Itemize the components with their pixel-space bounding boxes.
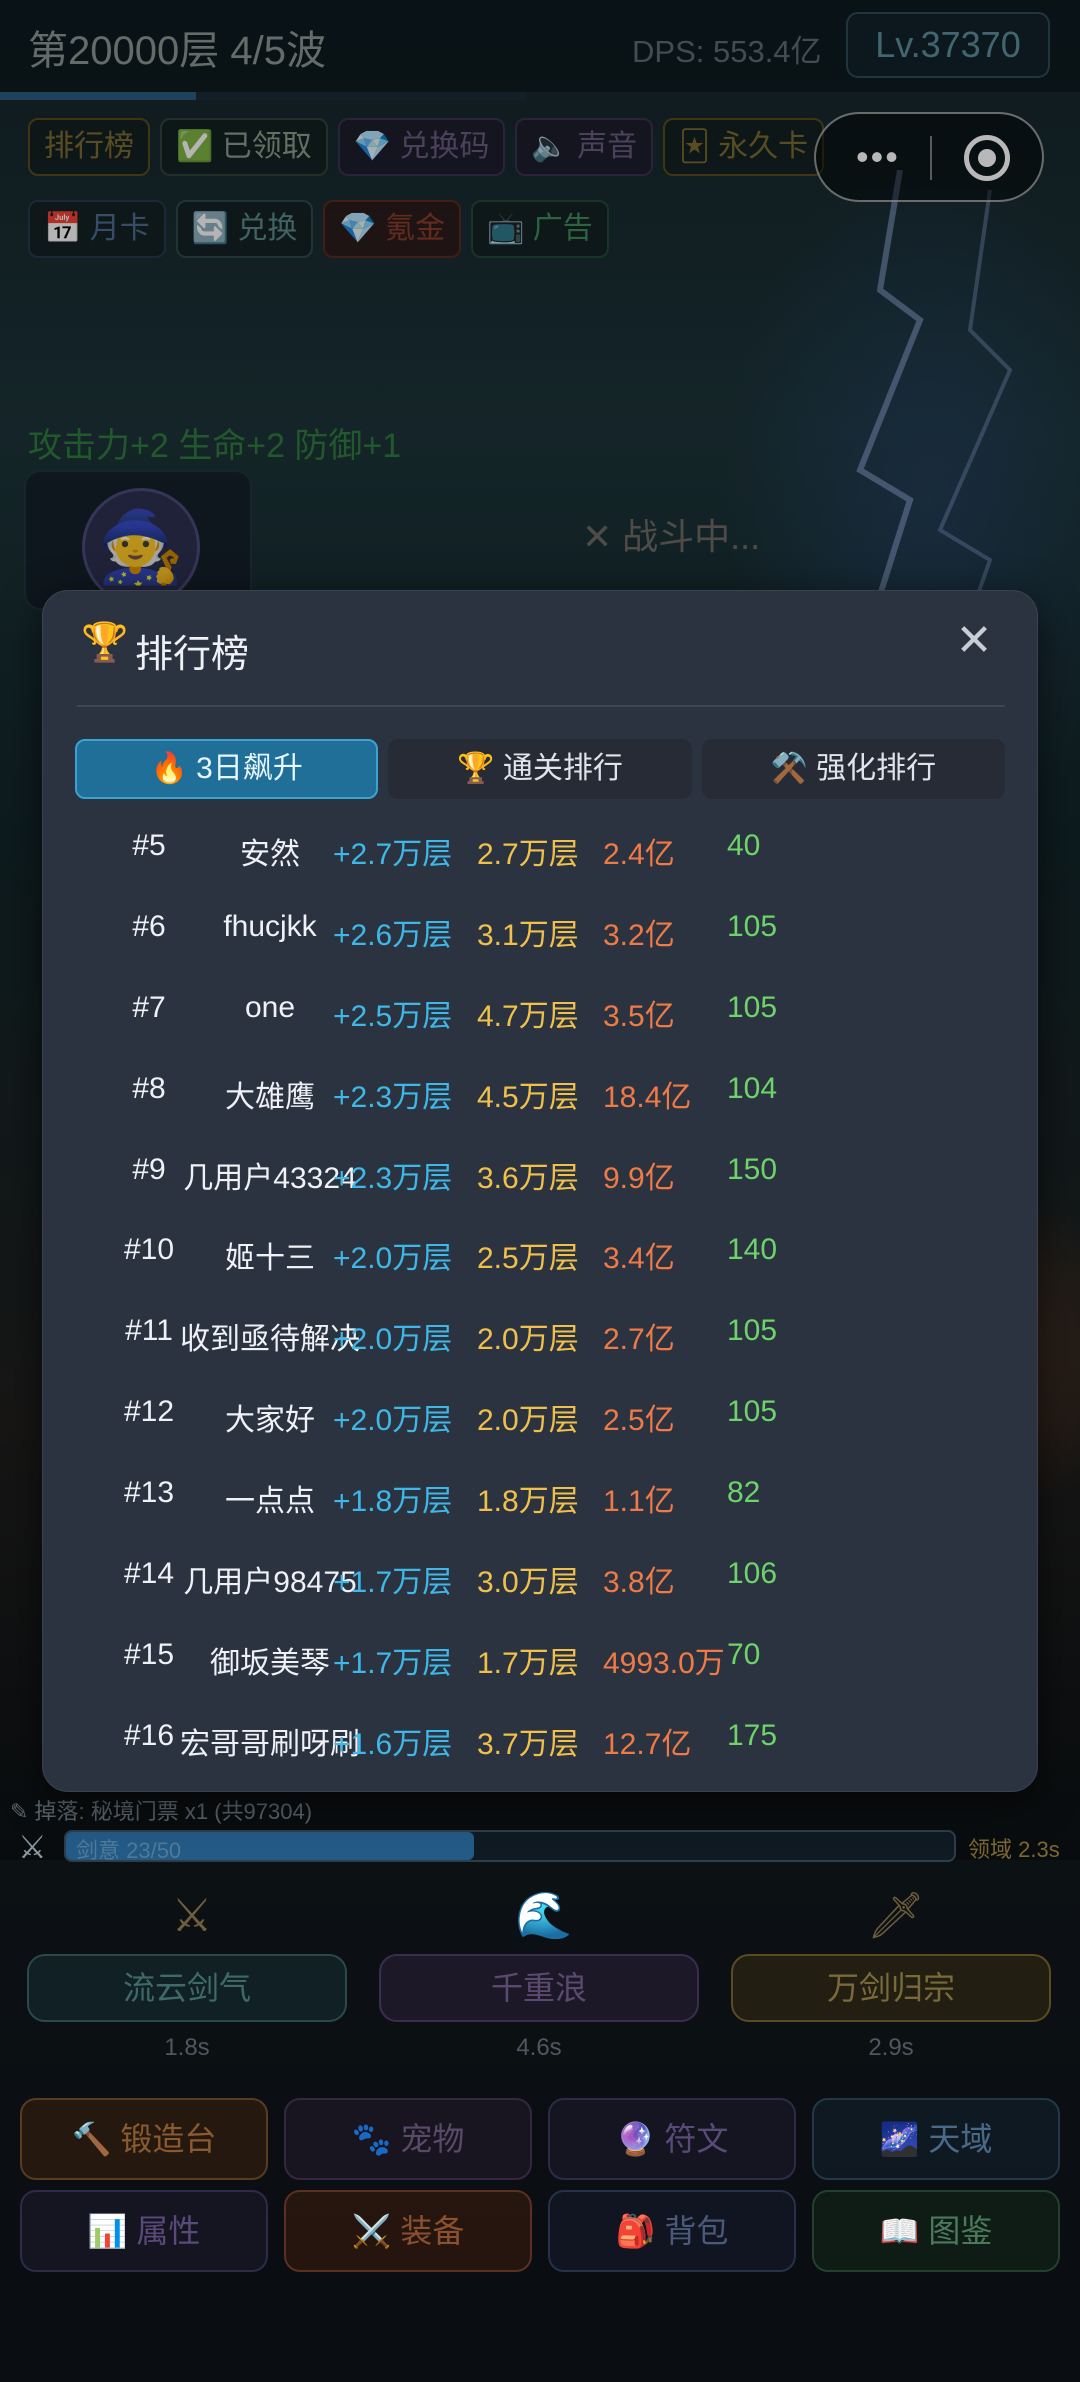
combat-power: 2.4亿 (603, 838, 675, 871)
tab-enhance-ranking[interactable]: ⚒️ 强化排行 (701, 739, 1005, 799)
rune-button[interactable]: 🔮 符文 (548, 2098, 796, 2180)
floor-total: 2.0万层 (477, 1323, 579, 1357)
player-level: 150 (727, 1152, 778, 1186)
player-level: 40 (727, 829, 761, 862)
table-row[interactable]: #14 几用户98475 +1.7万层 3.0万层 3.8亿 106 (43, 1535, 1037, 1616)
table-row[interactable]: #13 一点点 +1.8万层 1.8万层 1.1亿 82 (43, 1454, 1037, 1535)
drop-log: ✎ 掉落: 秘境门票 x1 (共97304) (10, 1799, 313, 1824)
sky-domain-button[interactable]: 🌌 天域 (812, 2098, 1060, 2180)
combat-power: 2.7亿 (603, 1323, 675, 1357)
player-level: 140 (727, 1233, 778, 1267)
floor-total: 2.0万层 (477, 1404, 579, 1438)
player-level: 106 (727, 1557, 778, 1591)
modal-title: 排行榜 (135, 634, 250, 676)
dagger-icon: 🗡 (866, 1889, 926, 1941)
floor-gain: +2.0万层 (333, 1242, 453, 1276)
leaderboard-tabs: 🔥 3日飙升 🏆 通关排行 ⚒️ 强化排行 (75, 739, 1005, 799)
combat-power: 3.4亿 (603, 1242, 675, 1276)
floor-gain: +1.7万层 (333, 1566, 453, 1600)
floor-gain: +1.6万层 (333, 1727, 453, 1761)
skill-card-1: ⚔ 流云剑气 1.8s (22, 1878, 362, 2078)
combat-power: 3.2亿 (603, 918, 675, 952)
sword-intent-bar: 剑意 23/50 (64, 1830, 956, 1863)
floor-gain: +1.8万层 (333, 1485, 453, 1519)
forge-button[interactable]: 🔨 锻造台 (20, 2098, 268, 2180)
tab-3day-rising[interactable]: 🔥 3日飙升 (75, 739, 379, 799)
player-level: 104 (727, 1071, 778, 1105)
combat-power: 18.4亿 (603, 1080, 692, 1114)
player-level: 70 (727, 1637, 761, 1671)
combat-power: 9.9亿 (603, 1161, 675, 1195)
floor-gain: +2.5万层 (333, 999, 453, 1033)
leaderboard-modal: 🏆 排行榜 ✕ 🔥 3日飙升 🏆 通关排行 ⚒️ 强化排行 #5 安然 +2.7万层… (42, 590, 1038, 1792)
floor-total: 2.5万层 (477, 1242, 579, 1276)
player-level: 105 (727, 909, 778, 943)
skill-card-2: 🌊 千重浪 4.6s (374, 1878, 714, 2078)
ranking-list[interactable]: #5 安然 +2.7万层 2.7万层 2.4亿 40 #6 fhucjkk +2.6万层 3.1万… (43, 807, 1037, 1767)
table-row[interactable]: #8 大雄鹰 +2.3万层 4.5万层 18.4亿 104 (43, 1050, 1037, 1131)
table-row[interactable]: #16 宏哥哥刷呀刷 +1.6万层 3.7万层 12.7亿 175 (43, 1697, 1037, 1767)
sword-intent-label: 剑意 23/50 (76, 1838, 182, 1863)
swords-icon: ⚔ (171, 1889, 213, 1941)
bottom-nav: 🔨 锻造台 🐾 宠物 🔮 符文 🌌 天域 📊 属性 ⚔️ 装备 🎒 背包 📖 图… (20, 2098, 1060, 2272)
player-level: 105 (727, 990, 778, 1024)
close-icon[interactable]: ✕ (949, 617, 999, 667)
table-row[interactable]: #10 姬十三 +2.0万层 2.5万层 3.4亿 140 (43, 1211, 1037, 1292)
skill-button-3[interactable]: 万剑归宗 (731, 1954, 1051, 2022)
skill-button-1[interactable]: 流云剑气 (27, 1954, 347, 2022)
player-level: 105 (727, 1314, 778, 1348)
floor-total: 4.5万层 (477, 1080, 579, 1114)
floor-total: 3.0万层 (477, 1566, 579, 1600)
table-row[interactable]: #9 几用户43324 +2.3万层 3.6万层 9.9亿 150 (43, 1131, 1037, 1212)
table-row[interactable]: #5 安然 +2.7万层 2.7万层 2.4亿 40 (43, 807, 1037, 888)
floor-gain: +2.6万层 (333, 918, 453, 952)
floor-total: 1.7万层 (477, 1646, 579, 1680)
backpack-button[interactable]: 🎒 背包 (548, 2190, 796, 2272)
pet-button[interactable]: 🐾 宠物 (284, 2098, 532, 2180)
combat-power: 4993.0万 (603, 1646, 725, 1680)
combat-power: 12.7亿 (603, 1727, 692, 1761)
codex-button[interactable]: 📖 图鉴 (812, 2190, 1060, 2272)
combat-power: 1.1亿 (603, 1485, 675, 1519)
skill-card-3: 🗡 万剑归宗 2.9s (726, 1878, 1066, 2078)
floor-gain: +2.0万层 (333, 1323, 453, 1357)
floor-gain: +2.7万层 (333, 838, 453, 871)
combat-power: 2.5亿 (603, 1404, 675, 1438)
skill-button-2[interactable]: 千重浪 (379, 1954, 699, 2022)
player-level: 105 (727, 1395, 778, 1429)
table-row[interactable]: #6 fhucjkk +2.6万层 3.1万层 3.2亿 105 (43, 888, 1037, 969)
floor-gain: +2.3万层 (333, 1080, 453, 1114)
floor-gain: +1.7万层 (333, 1646, 453, 1680)
floor-total: 1.8万层 (477, 1485, 579, 1519)
table-row[interactable]: #12 大家好 +2.0万层 2.0万层 2.5亿 105 (43, 1373, 1037, 1454)
domain-timer: 领域 2.3s (968, 1837, 1060, 1862)
equipment-button[interactable]: ⚔️ 装备 (284, 2190, 532, 2272)
floor-total: 3.7万层 (477, 1727, 579, 1761)
table-row[interactable]: #15 御坂美琴 +1.7万层 1.7万层 4993.0万 70 (43, 1616, 1037, 1697)
player-level: 82 (727, 1476, 761, 1510)
floor-total: 3.1万层 (477, 918, 579, 952)
tab-clear-ranking[interactable]: 🏆 通关排行 (388, 739, 692, 799)
trophy-icon: 🏆 (81, 622, 129, 664)
player-level: 175 (727, 1718, 778, 1752)
modal-divider (77, 705, 1005, 707)
skill-cooldown-1: 1.8s (164, 2034, 210, 2061)
skill-cooldown-3: 2.9s (868, 2034, 914, 2061)
floor-gain: +2.0万层 (333, 1404, 453, 1438)
floor-total: 3.6万层 (477, 1161, 579, 1195)
floor-gain: +2.3万层 (333, 1161, 453, 1195)
floor-total: 2.7万层 (477, 838, 579, 871)
floor-total: 4.7万层 (477, 999, 579, 1033)
combat-power: 3.5亿 (603, 999, 675, 1033)
skill-cooldown-2: 4.6s (516, 2034, 562, 2061)
wave-icon: 🌊 (515, 1889, 573, 1941)
table-row[interactable]: #11 收到亟待解决 +2.0万层 2.0万层 2.7亿 105 (43, 1292, 1037, 1373)
table-row[interactable]: #7 one +2.5万层 4.7万层 3.5亿 105 (43, 969, 1037, 1050)
crossed-swords-icon: ⚔ (18, 1829, 47, 1865)
combat-power: 3.8亿 (603, 1566, 675, 1600)
attributes-button[interactable]: 📊 属性 (20, 2190, 268, 2272)
